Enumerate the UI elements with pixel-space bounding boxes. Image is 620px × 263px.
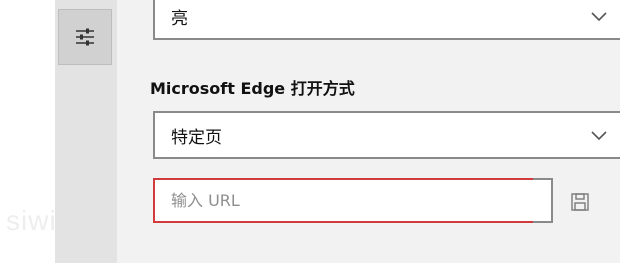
theme-select[interactable]: 亮 [153,0,620,40]
save-icon [571,193,589,211]
settings-content: 亮 Microsoft Edge 打开方式 特定页 [117,0,620,263]
settings-nav-button[interactable] [58,9,112,65]
theme-select-value: 亮 [171,8,188,29]
url-input[interactable] [169,190,533,211]
chevron-down-icon [591,131,607,141]
url-input-border [533,178,553,223]
url-input-field[interactable] [153,178,535,223]
open-with-select[interactable]: 特定页 [153,111,620,159]
open-with-label: Microsoft Edge 打开方式 [150,79,355,98]
left-panel: siwip [0,0,72,263]
sliders-icon [76,28,94,46]
nav-rail [55,0,117,263]
open-with-select-value: 特定页 [171,127,222,148]
save-button[interactable] [566,188,594,216]
chevron-down-icon [591,12,607,22]
